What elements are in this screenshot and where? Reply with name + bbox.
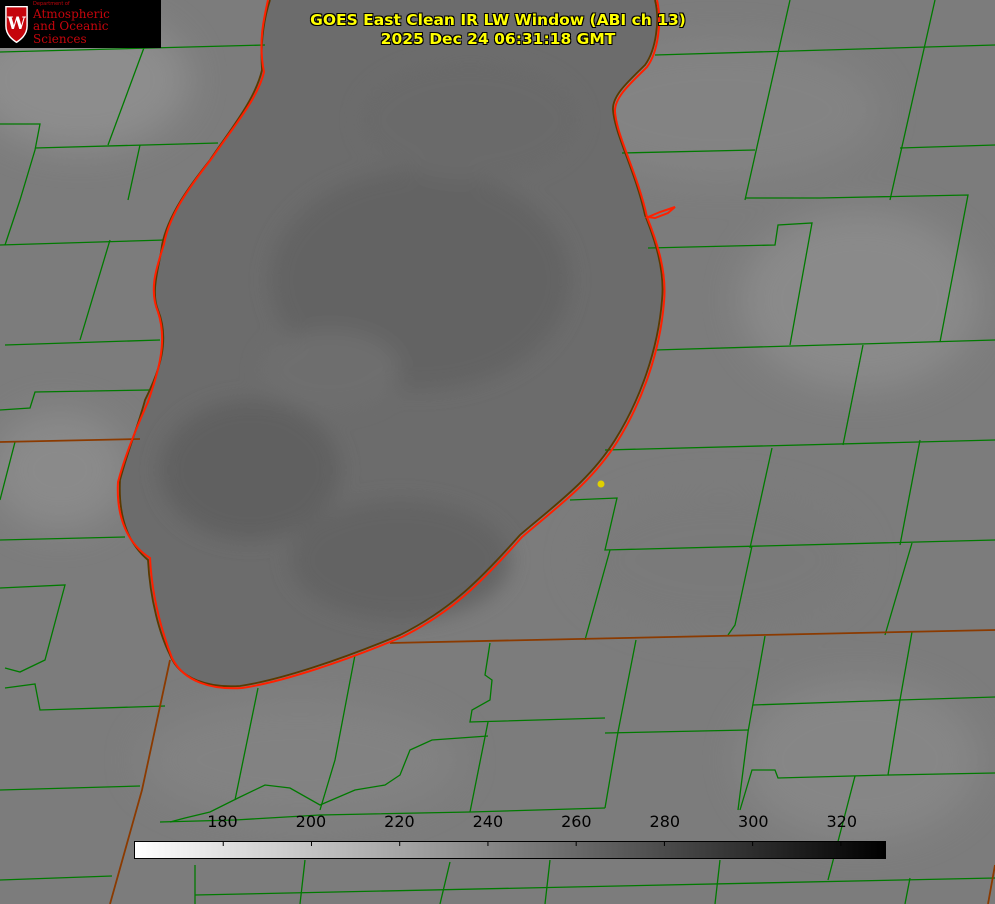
image-title: GOES East Clean IR LW Window (ABI ch 13)… [300, 11, 696, 49]
uw-crest-icon: W [5, 5, 28, 44]
title-product: GOES East Clean IR LW Window (ABI ch 13) [310, 11, 686, 29]
logo-text: Department of Atmospheric and Oceanic Sc… [33, 2, 161, 46]
aos-logo: W Department of Atmospheric and Oceanic … [0, 0, 161, 48]
colorbar-tick-label: 240 [472, 812, 504, 831]
colorbar [134, 841, 886, 859]
colorbar-tick-label: 300 [738, 812, 769, 831]
colorbar-tick-label: 280 [649, 812, 681, 831]
satellite-image-viewer: W Department of Atmospheric and Oceanic … [0, 0, 995, 904]
crest-letter: W [6, 14, 26, 33]
colorbar-tick-marks [222, 842, 842, 846]
location-marker [597, 480, 605, 488]
colorbar-tick-labels: 180 200 220 240 260 280 300 320 [0, 812, 995, 836]
colorbar-tick-label: 180 [207, 812, 238, 831]
logo-line-2: and Oceanic Sciences [33, 19, 109, 46]
colorbar-tick-label: 320 [826, 812, 858, 831]
colorbar-tick-label: 200 [295, 812, 327, 831]
colorbar-tick-label: 260 [561, 812, 592, 831]
colorbar-tick-label: 220 [384, 812, 415, 831]
satellite-map [0, 0, 995, 904]
title-timestamp: 2025 Dec 24 06:31:18 GMT [380, 30, 616, 48]
